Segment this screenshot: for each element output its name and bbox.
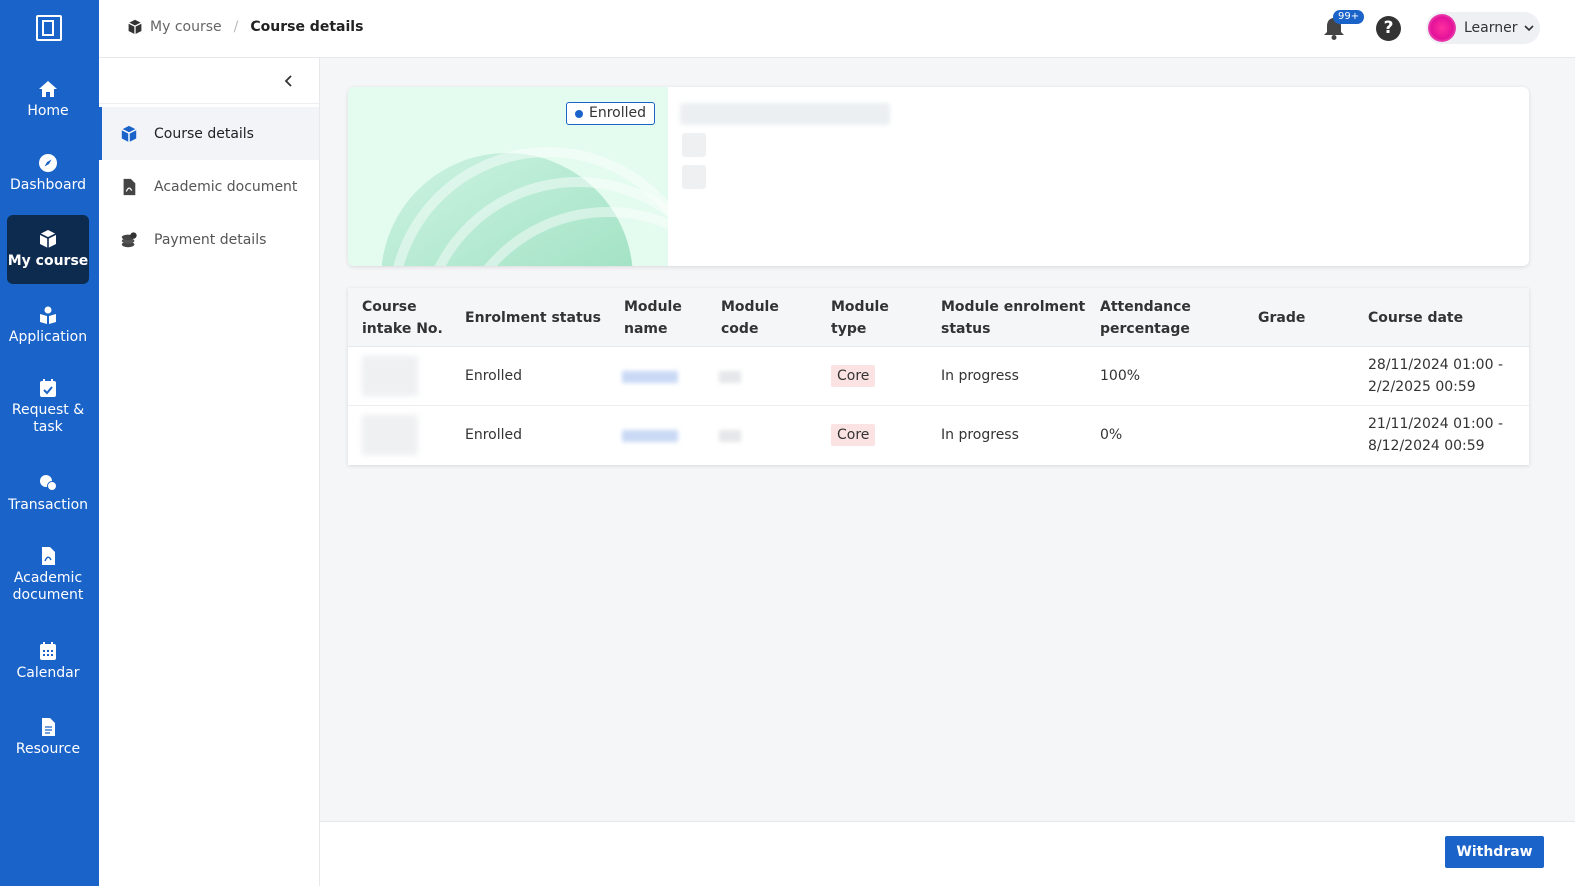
subnav-academic-document[interactable]: Academic document — [99, 160, 319, 213]
file-icon — [42, 717, 55, 736]
nav-application[interactable]: Application — [7, 298, 89, 352]
cell-module-enrolment-status: In progress — [941, 368, 1019, 384]
cell-attendance: 100% — [1100, 368, 1141, 384]
col-module-name: Module name — [624, 299, 682, 337]
intake-no-redacted — [362, 356, 418, 396]
course-subnav: Course details Academic document Payment… — [99, 58, 320, 886]
nav-dashboard[interactable]: Dashboard — [7, 146, 89, 200]
breadcrumb-separator: / — [233, 19, 239, 35]
home-icon — [39, 80, 57, 97]
subnav-divider — [99, 103, 319, 104]
compass-icon — [39, 153, 57, 172]
nav-home[interactable]: Home — [7, 72, 89, 126]
application-icon — [40, 306, 56, 324]
action-footer: Withdraw — [320, 821, 1575, 886]
nav-calendar-label: Calendar — [16, 664, 80, 681]
breadcrumb: My course / Course details — [127, 19, 363, 35]
avatar — [1428, 14, 1456, 42]
nav-academic-document-label: Academic document — [12, 570, 84, 603]
module-code-redacted — [719, 430, 741, 442]
status-badge: Enrolled — [566, 102, 656, 125]
pdf-file-icon — [42, 547, 55, 565]
breadcrumb-current: Course details — [250, 19, 364, 35]
col-module-type: Module type — [831, 299, 889, 337]
module-code-redacted — [719, 371, 741, 383]
nav-resource[interactable]: Resource — [7, 710, 89, 764]
nav-academic-document[interactable]: Academic document — [7, 541, 89, 609]
nav-application-label: Application — [8, 328, 88, 345]
subnav-payment-details-label: Payment details — [154, 231, 267, 248]
table-row: Enrolled Core In progress 100% 28/11/202… — [348, 347, 1529, 406]
nav-my-course[interactable]: My course — [7, 215, 89, 284]
col-attendance: Attendance percentage — [1100, 299, 1191, 337]
nav-request-task-label: Request & task — [11, 402, 85, 435]
nav-request-task[interactable]: Request & task — [7, 374, 89, 440]
user-name: Learner — [1464, 20, 1518, 36]
module-type-tag: Core — [831, 424, 876, 446]
pdf-file-icon — [123, 178, 136, 195]
nav-calendar[interactable]: Calendar — [7, 634, 89, 688]
cell-enrolment-status: Enrolled — [465, 427, 523, 443]
col-course-date: Course date — [1368, 310, 1464, 326]
col-course-intake: Course intake No. — [362, 299, 443, 337]
table-header: Course intake No. Enrolment status Modul… — [348, 288, 1529, 347]
col-enrolment-status: Enrolment status — [465, 310, 601, 326]
course-cover-image: Enrolled — [348, 87, 668, 266]
chevron-left-icon[interactable] — [282, 74, 296, 88]
subnav-academic-document-label: Academic document — [154, 178, 298, 195]
col-grade: Grade — [1258, 310, 1306, 326]
cell-course-date: 28/11/2024 01:00 - 2/2/2025 00:59 — [1368, 357, 1503, 395]
withdraw-button[interactable]: Withdraw — [1445, 836, 1544, 868]
calendar-check-icon — [40, 379, 56, 397]
help-icon[interactable]: ? — [1376, 16, 1401, 41]
user-menu[interactable]: Learner — [1426, 12, 1540, 44]
subnav-payment-details[interactable]: Payment details — [99, 213, 319, 266]
cube-icon — [39, 230, 57, 248]
nav-transaction[interactable]: Transaction — [7, 466, 89, 520]
notification-badge: 99+ — [1333, 10, 1365, 24]
subnav-course-details[interactable]: Course details — [99, 107, 319, 160]
cube-icon — [121, 125, 137, 142]
cell-attendance: 0% — [1100, 427, 1123, 443]
nav-dashboard-label: Dashboard — [10, 176, 86, 193]
course-title-redacted — [680, 103, 890, 125]
module-table: Course intake No. Enrolment status Modul… — [348, 288, 1529, 465]
module-name-link[interactable] — [622, 430, 678, 442]
module-name-link[interactable] — [622, 371, 678, 383]
nav-resource-label: Resource — [15, 740, 81, 757]
calendar-icon — [40, 641, 56, 660]
redacted-field — [682, 165, 706, 189]
cell-module-enrolment-status: In progress — [941, 427, 1019, 443]
main-nav-rail: Home Dashboard My course Application Req… — [0, 0, 99, 886]
module-type-tag: Core — [831, 365, 876, 387]
nav-my-course-label: My course — [7, 253, 89, 269]
col-module-enrolment-status: Module enrolment status — [941, 299, 1086, 337]
chevron-down-icon — [1523, 25, 1534, 32]
nav-home-label: Home — [27, 102, 69, 119]
cell-course-date: 21/11/2024 01:00 - 8/12/2024 00:59 — [1368, 416, 1503, 454]
breadcrumb-my-course[interactable]: My course — [150, 19, 222, 35]
nav-transaction-label: Transaction — [7, 496, 89, 513]
app-logo[interactable] — [36, 15, 62, 41]
cube-icon — [128, 19, 142, 35]
course-hero-card: Enrolled — [348, 87, 1529, 266]
intake-no-redacted — [362, 415, 418, 455]
transaction-icon — [40, 474, 57, 491]
redacted-field — [682, 133, 706, 157]
subnav-course-details-label: Course details — [154, 125, 254, 142]
coins-icon — [121, 231, 137, 247]
cell-enrolment-status: Enrolled — [465, 368, 523, 384]
col-module-code: Module code — [721, 299, 779, 337]
table-row: Enrolled Core In progress 0% 21/11/2024 … — [348, 406, 1529, 465]
top-header: My course / Course details 99+ ? Learner — [99, 0, 1575, 58]
